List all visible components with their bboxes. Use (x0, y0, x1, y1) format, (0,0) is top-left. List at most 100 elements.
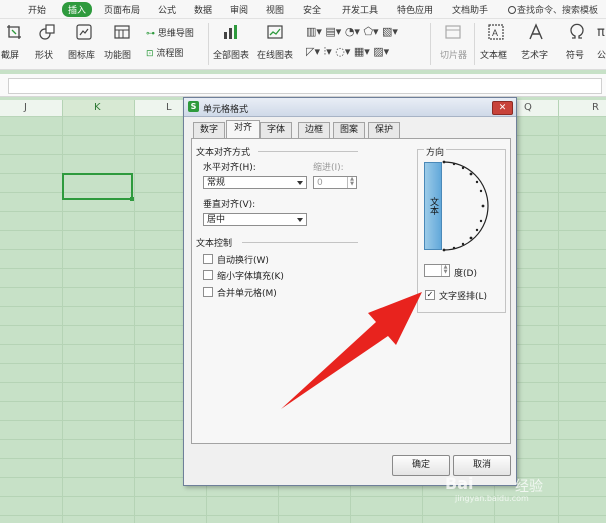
symbol-button[interactable]: 符号 (566, 48, 584, 61)
horizontal-align-select[interactable]: 常规 (203, 176, 307, 189)
indent-value: 0 (317, 178, 323, 188)
menu-doc-helper[interactable]: 文档助手 (452, 3, 488, 16)
formula-bar (0, 74, 606, 97)
spin-arrows-icon: ▲ ▼ (347, 177, 356, 188)
tab-alignment[interactable]: 对齐 (226, 120, 260, 139)
menu-start[interactable]: 开始 (28, 3, 46, 16)
vertical-text-checkbox[interactable]: ✓ (425, 290, 435, 300)
ribbon: 截屏 形状 图标库 功能图 ⊶ 思维导图 ⊡ 流程图 全部图表 在线图表 ▥▾ … (0, 19, 606, 70)
mind-map-icon: ⊶ (146, 29, 155, 39)
indent-label: 缩进(I): (313, 163, 344, 173)
orientation-title: 方向 (424, 145, 447, 158)
horizontal-align-label: 水平对齐(H): (203, 163, 256, 173)
alignment-panel: 文本对齐方式 水平对齐(H): 常规 缩进(I): 0 ▲ ▼ 垂直对齐(V): … (191, 138, 511, 444)
textbox-button[interactable]: 文本框 (480, 48, 507, 61)
function-chart-icon (114, 25, 130, 39)
format-cells-dialog: S 单元格格式 ✕ 数字 对齐 字体 边框 图案 保护 文本对齐方式 水平对齐(… (183, 97, 517, 486)
mind-map-label: 思维导图 (157, 29, 194, 39)
column-header-l[interactable]: L (166, 102, 172, 113)
ribbon-separator (474, 23, 475, 65)
menu-bar: 开始 插入 页面布局 公式 数据 审阅 视图 安全 开发工具 特色应用 文档助手… (0, 0, 606, 19)
shapes-icon (39, 24, 55, 40)
flowchart-icon: ⊡ (146, 49, 154, 59)
screenshot-button[interactable]: 截屏 (1, 48, 19, 61)
icon-library-button[interactable]: 图标库 (68, 48, 95, 61)
menu-security[interactable]: 安全 (303, 3, 321, 16)
chevron-down-icon (297, 181, 303, 185)
flowchart-label: 流程图 (156, 49, 184, 59)
column-header-k[interactable]: K (94, 102, 101, 113)
chart-type-icons-row2[interactable]: ◸▾ ⫶▾ ◌▾ ▦▾ ▨▾ (306, 45, 389, 59)
column-header-q[interactable]: Q (524, 102, 532, 113)
menu-page-layout[interactable]: 页面布局 (104, 3, 140, 16)
formula-input[interactable] (8, 78, 602, 94)
chart-type-icons-row1[interactable]: ▥▾ ▤▾ ◔▾ ⬠▾ ▧▾ (306, 25, 398, 38)
section-divider (258, 151, 358, 152)
menu-view[interactable]: 视图 (266, 3, 284, 16)
svg-text:A: A (492, 28, 498, 38)
slicer-icon (445, 25, 461, 39)
vertical-text-button[interactable]: 文本 (424, 162, 442, 250)
watermark: Bai 经验 jingyan.baidu.com (445, 474, 585, 504)
dialog-title: 单元格格式 (203, 105, 249, 115)
vertical-align-select[interactable]: 居中 (203, 213, 307, 226)
shapes-button[interactable]: 形状 (35, 48, 53, 61)
mind-map-button[interactable]: ⊶ 思维导图 (146, 26, 194, 39)
ribbon-separator (430, 23, 431, 65)
menu-developer[interactable]: 开发工具 (342, 3, 378, 16)
ribbon-separator (208, 23, 209, 65)
formula-icon[interactable]: π (597, 25, 605, 40)
search-icon (508, 6, 516, 14)
degree-label: 度(D) (454, 269, 477, 279)
tab-font[interactable]: 字体 (260, 122, 292, 138)
vertical-align-label: 垂直对齐(V): (203, 200, 256, 210)
dialog-title-bar[interactable]: S 单元格格式 ✕ (184, 98, 516, 117)
indent-stepper[interactable]: 0 ▲ ▼ (313, 176, 357, 189)
all-charts-icon (224, 25, 237, 39)
cancel-button[interactable]: 取消 (453, 455, 511, 476)
vertical-text-label: 文字竖排(L) (439, 292, 488, 302)
section-text-control: 文本控制 (196, 239, 233, 249)
degree-stepper[interactable]: ▲ ▼ (424, 264, 450, 277)
menu-data[interactable]: 数据 (194, 3, 212, 16)
fill-handle[interactable] (130, 197, 134, 201)
baidu-paw-icon: Bai (445, 474, 474, 493)
close-icon[interactable]: ✕ (492, 101, 513, 115)
column-header-j[interactable]: J (24, 102, 27, 113)
search-area[interactable]: 查找命令、搜索模板 (508, 3, 598, 16)
tab-number[interactable]: 数字 (193, 122, 225, 138)
merge-cells-label: 合并单元格(M) (217, 289, 277, 299)
slicer-button[interactable]: 切片器 (440, 48, 467, 61)
screenshot-icon (7, 25, 21, 39)
wordart-button[interactable]: 艺术字 (521, 48, 548, 61)
tab-border[interactable]: 边框 (298, 122, 330, 138)
icon-library-icon (76, 24, 92, 40)
watermark-brand: 经验 (515, 479, 543, 495)
tab-protection[interactable]: 保护 (368, 122, 400, 138)
shrink-to-fit-checkbox[interactable] (203, 270, 213, 280)
orientation-dial[interactable] (442, 160, 492, 252)
flowchart-button[interactable]: ⊡ 流程图 (146, 46, 183, 59)
wrap-text-checkbox[interactable] (203, 254, 213, 264)
all-charts-button[interactable]: 全部图表 (213, 48, 249, 61)
section-divider (242, 242, 358, 243)
column-header-r[interactable]: R (592, 102, 599, 113)
online-charts-button[interactable]: 在线图表 (257, 48, 293, 61)
horizontal-align-value: 常规 (207, 178, 226, 188)
function-chart-button[interactable]: 功能图 (104, 48, 131, 61)
online-charts-icon (267, 25, 283, 39)
wrap-text-label: 自动换行(W) (217, 256, 269, 266)
formula-button[interactable]: 公式 (597, 48, 606, 61)
merge-cells-checkbox[interactable] (203, 287, 213, 297)
menu-review[interactable]: 审阅 (230, 3, 248, 16)
section-text-alignment: 文本对齐方式 (196, 148, 251, 158)
selected-cell[interactable] (62, 173, 133, 200)
tab-pattern[interactable]: 图案 (333, 122, 365, 138)
menu-formulas[interactable]: 公式 (158, 3, 176, 16)
ok-button[interactable]: 确定 (392, 455, 450, 476)
spin-arrows-icon: ▲ ▼ (441, 265, 449, 276)
menu-insert[interactable]: 插入 (62, 2, 93, 17)
app-logo-icon: S (188, 101, 199, 112)
menu-special[interactable]: 特色应用 (397, 3, 433, 16)
shrink-to-fit-label: 缩小字体填充(K) (217, 272, 284, 282)
